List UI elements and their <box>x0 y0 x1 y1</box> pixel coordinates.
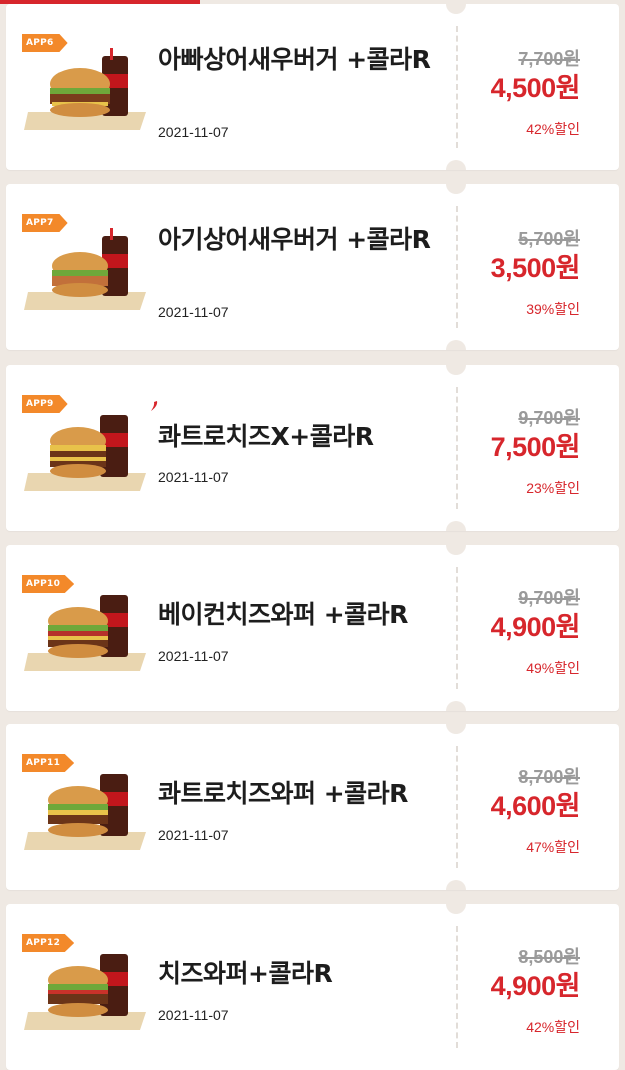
coupon-date: 2021-11-07 <box>158 304 229 320</box>
coupon-title: 콰트로치즈와퍼 +콜라R <box>158 779 408 808</box>
burger-cola-set-icon: APP10 <box>22 575 152 675</box>
burger-cola-set-icon: APP12 <box>22 934 152 1034</box>
coupon-title: 베이컨치즈와퍼 +콜라R <box>158 600 408 629</box>
coupon-code-badge: APP12 <box>22 934 75 952</box>
discount-rate: 49%할인 <box>526 660 580 676</box>
price-box: 8,500원 4,900원 42%할인 <box>468 946 581 1037</box>
coupon-card[interactable]: APP11 콰트로치즈와퍼 +콜라R 2021-11-07 8,700원 4,6… <box>6 724 619 890</box>
perforation-notch <box>446 701 466 711</box>
dashed-divider <box>456 387 458 509</box>
perforation-notch <box>446 365 466 375</box>
perforation-notch <box>446 184 466 194</box>
sale-price: 4,500원 <box>490 73 581 103</box>
coupon-date: 2021-11-07 <box>158 648 229 664</box>
coupon-title: 아빠상어새우버거 +콜라R <box>158 45 431 74</box>
coupon-date: 2021-11-07 <box>158 827 229 843</box>
coupon-card[interactable]: APP12 치즈와퍼+콜라R 2021-11-07 8,500원 4,900원 … <box>6 904 619 1070</box>
coupon-title: 아기상어새우버거 +콜라R <box>158 225 431 254</box>
original-price: 8,500원 <box>518 947 580 967</box>
coupon-card[interactable]: APP10 베이컨치즈와퍼 +콜라R 2021-11-07 9,700원 4,9… <box>6 545 619 711</box>
perforation-notch <box>446 545 466 555</box>
sale-price: 4,900원 <box>490 612 581 642</box>
discount-rate: 47%할인 <box>526 839 580 855</box>
original-price: 9,700원 <box>518 408 580 428</box>
original-price: 5,700원 <box>518 229 580 249</box>
sale-price: 4,600원 <box>490 791 581 821</box>
coupon-date: 2021-11-07 <box>158 124 229 140</box>
burger-cola-set-icon: APP6 <box>22 34 152 134</box>
perforation-notch <box>446 4 466 14</box>
coupon-card[interactable]: APP7 아기상어새우버거 +콜라R 2021-11-07 5,700원 3,5… <box>6 184 619 350</box>
coupon-title: 치즈와퍼+콜라R <box>158 959 333 988</box>
price-box: 9,700원 4,900원 49%할인 <box>468 587 581 678</box>
price-box: 5,700원 3,500원 39%할인 <box>468 228 581 319</box>
discount-rate: 42%할인 <box>526 121 580 137</box>
discount-rate: 39%할인 <box>526 301 580 317</box>
dashed-divider <box>456 206 458 328</box>
coupon-code-badge: APP9 <box>22 395 68 413</box>
perforation-notch <box>446 880 466 890</box>
discount-rate: 23%할인 <box>526 480 580 496</box>
burger-cola-set-icon: APP9 <box>22 395 152 495</box>
sale-price: 7,500원 <box>490 432 581 462</box>
perforation-notch <box>446 521 466 531</box>
perforation-notch <box>446 904 466 914</box>
chili-pepper-icon <box>151 401 158 411</box>
coupon-date: 2021-11-07 <box>158 1007 229 1023</box>
perforation-notch <box>446 724 466 734</box>
original-price: 9,700원 <box>518 588 580 608</box>
sale-price: 4,900원 <box>490 971 581 1001</box>
perforation-notch <box>446 340 466 350</box>
coupon-code-badge: APP11 <box>22 754 75 772</box>
coupon-date: 2021-11-07 <box>158 469 229 485</box>
coupon-card[interactable]: APP6 아빠상어새우버거 +콜라R 2021-11-07 7,700원 4,5… <box>6 4 619 170</box>
dashed-divider <box>456 26 458 148</box>
discount-rate: 42%할인 <box>526 1019 580 1035</box>
original-price: 8,700원 <box>518 767 580 787</box>
perforation-notch <box>446 160 466 170</box>
original-price: 7,700원 <box>518 49 580 69</box>
coupon-code-badge: APP6 <box>22 34 68 52</box>
burger-cola-set-icon: APP7 <box>22 214 152 314</box>
coupon-card[interactable]: APP9 콰트로치즈X+콜라R 2021-11-07 9,700원 7,500원… <box>6 365 619 531</box>
coupon-code-badge: APP7 <box>22 214 68 232</box>
coupon-code-badge: APP10 <box>22 575 75 593</box>
price-box: 7,700원 4,500원 42%할인 <box>468 48 581 139</box>
sale-price: 3,500원 <box>490 253 581 283</box>
coupon-title: 콰트로치즈X+콜라R <box>158 422 374 451</box>
price-box: 8,700원 4,600원 47%할인 <box>468 766 581 857</box>
price-box: 9,700원 7,500원 23%할인 <box>468 407 581 498</box>
burger-cola-set-icon: APP11 <box>22 754 152 854</box>
